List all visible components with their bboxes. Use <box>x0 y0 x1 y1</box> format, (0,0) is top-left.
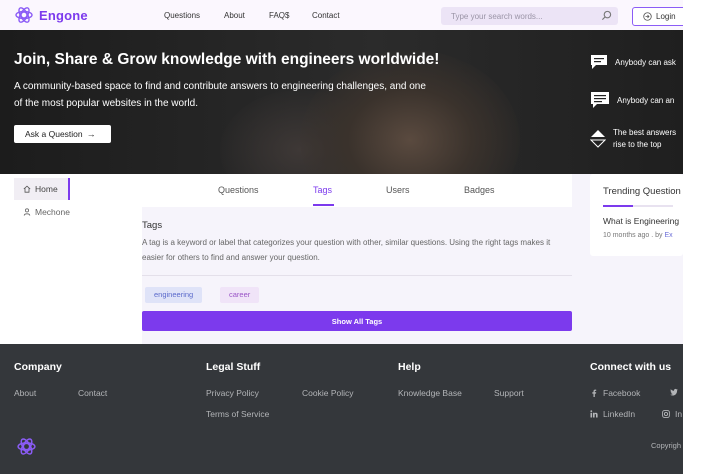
feature-answer-text: Anybody can an <box>617 95 675 105</box>
search-icon[interactable] <box>601 10 612 21</box>
instagram-icon <box>662 410 670 418</box>
login-icon <box>643 12 652 21</box>
user-icon <box>23 208 31 216</box>
search-box <box>441 7 618 25</box>
ask-question-button[interactable]: Ask a Question → <box>14 125 111 143</box>
trending-question-link[interactable]: What is Engineering <box>603 216 679 226</box>
footer-heading-help: Help <box>398 361 421 373</box>
footer-link-terms[interactable]: Terms of Service <box>206 409 269 419</box>
trending-time: 10 months ago <box>603 232 650 239</box>
footer-heading-company: Company <box>14 361 62 373</box>
nav-about[interactable]: About <box>224 11 245 20</box>
sidebar-item-mechone-label: Mechone <box>35 207 70 217</box>
facebook-icon <box>592 389 597 397</box>
footer-link-contact[interactable]: Contact <box>78 388 107 398</box>
footer-link-linkedin[interactable]: LinkedIn <box>590 409 635 419</box>
arrow-right-icon: → <box>86 129 96 139</box>
nav-questions[interactable]: Questions <box>164 11 200 20</box>
tab-badges[interactable]: Badges <box>464 185 495 195</box>
trending-panel: Trending Question What is Engineering 10… <box>590 174 683 256</box>
feature-ask: Anybody can ask <box>590 54 676 70</box>
trending-title: Trending Question <box>603 186 681 197</box>
footer-link-instagram[interactable]: In <box>662 409 682 419</box>
tag-chip-career[interactable]: career <box>220 287 260 303</box>
logo-text: Engone <box>39 7 88 23</box>
footer-link-cookie[interactable]: Cookie Policy <box>302 388 354 398</box>
sidebar-item-home-label: Home <box>35 184 58 194</box>
footer-logo-icon[interactable] <box>16 436 37 457</box>
page: Engone Questions About FAQ$ Contact Logi… <box>0 0 683 474</box>
feature-best-answers-text: The best answers rise to the top <box>613 127 676 151</box>
top-header: Engone Questions About FAQ$ Contact Logi… <box>0 0 683 30</box>
nav-contact[interactable]: Contact <box>312 11 340 20</box>
trending-author-link[interactable]: Ex <box>665 232 673 239</box>
footer-link-support[interactable]: Support <box>494 388 524 398</box>
search-input[interactable] <box>441 8 591 24</box>
footer-link-privacy[interactable]: Privacy Policy <box>206 388 259 398</box>
feature-best-answers-line2: rise to the top <box>613 140 662 149</box>
tab-tags[interactable]: Tags <box>313 185 332 195</box>
nav-faqs[interactable]: FAQ$ <box>269 11 289 20</box>
login-button[interactable]: Login <box>632 7 683 26</box>
tag-chip-engineering[interactable]: engineering <box>145 287 203 303</box>
site-footer: Company About Contact Legal Stuff Privac… <box>0 344 683 474</box>
feature-answer: Anybody can an <box>590 91 674 109</box>
home-icon <box>23 185 31 193</box>
feature-best-answers-line1: The best answers <box>613 128 677 137</box>
main-content: Questions Tags Users Badges Tags A tag i… <box>142 174 572 344</box>
trending-by-separator: . by <box>651 232 663 239</box>
footer-link-linkedin-label: LinkedIn <box>603 409 636 419</box>
footer-link-about[interactable]: About <box>14 388 36 398</box>
content-tabs: Questions Tags Users Badges <box>142 174 572 207</box>
sidebar-item-mechone[interactable]: Mechone <box>14 204 70 220</box>
logo-icon <box>15 7 33 23</box>
footer-link-facebook-label: Facebook <box>603 388 641 398</box>
section-title: Tags <box>142 220 163 231</box>
vote-arrows-icon <box>590 130 606 148</box>
login-label: Login <box>656 12 676 21</box>
sidebar-item-home[interactable]: Home <box>14 178 70 200</box>
linkedin-icon <box>590 410 598 418</box>
tab-users[interactable]: Users <box>386 185 410 195</box>
footer-link-facebook[interactable]: Facebook <box>590 388 640 398</box>
footer-link-twitter[interactable] <box>670 388 678 396</box>
footer-heading-connect: Connect with us <box>590 361 672 373</box>
footer-copyright: Copyrigh <box>651 441 682 450</box>
tab-questions[interactable]: Questions <box>218 185 259 195</box>
trending-meta: 10 months ago . by Ex <box>603 232 673 239</box>
feature-ask-text: Anybody can ask <box>615 57 676 67</box>
active-tab-indicator <box>313 204 334 206</box>
footer-link-instagram-label: In <box>675 409 683 419</box>
logo[interactable]: Engone <box>14 5 88 25</box>
trending-divider-accent <box>603 205 633 207</box>
hero-banner: Join, Share & Grow knowledge with engine… <box>0 30 683 174</box>
hero-subtitle: A community-based space to find and cont… <box>14 81 426 109</box>
twitter-icon <box>670 388 678 396</box>
hero-title: Join, Share & Grow knowledge with engine… <box>14 51 440 68</box>
section-description: A tag is a keyword or label that categor… <box>142 238 551 262</box>
feature-best-answers: The best answers rise to the top <box>590 127 676 151</box>
chat-bubble-icon <box>591 55 607 69</box>
footer-link-knowledge-base[interactable]: Knowledge Base <box>398 388 462 398</box>
show-all-tags-button[interactable]: Show All Tags <box>142 311 572 331</box>
ask-question-label: Ask a Question <box>25 129 83 139</box>
section-divider <box>142 275 572 276</box>
left-sidebar: Home Mechone <box>0 174 142 344</box>
footer-heading-legal: Legal Stuff <box>206 361 261 373</box>
answer-bubble-icon <box>591 92 609 108</box>
